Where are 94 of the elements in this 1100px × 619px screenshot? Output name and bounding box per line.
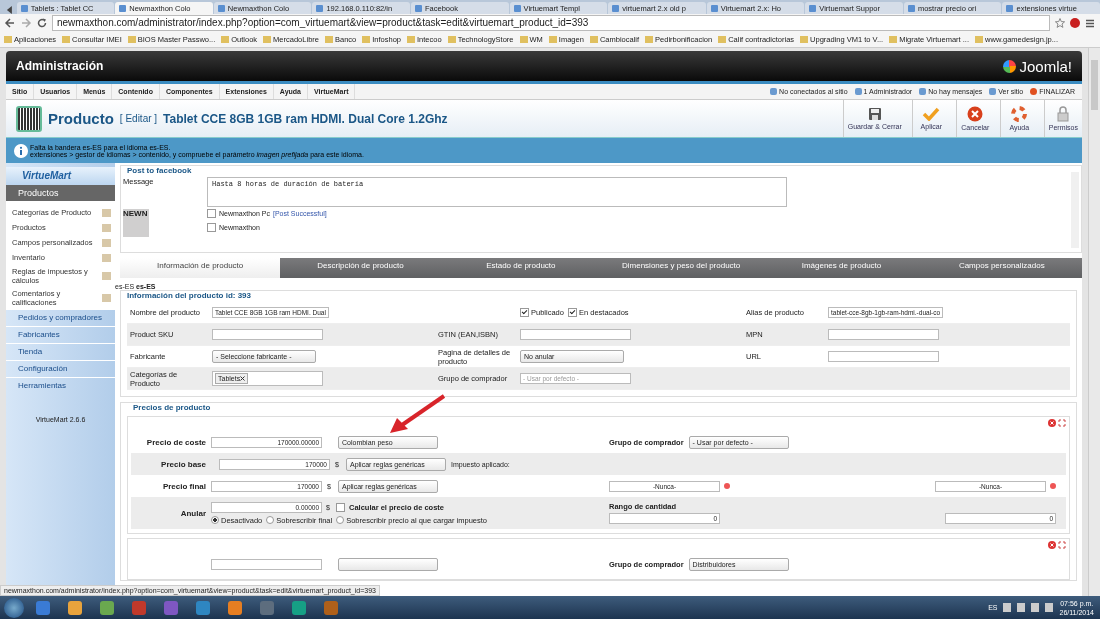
bookmark-icon (447, 36, 456, 43)
favicon-icon (907, 4, 915, 12)
remove-tag-icon[interactable] (240, 376, 246, 381)
clear-icon[interactable] (724, 483, 730, 489)
favicon-icon (316, 4, 324, 12)
checkmark-icon (922, 107, 941, 121)
expand-icon[interactable] (1058, 541, 1066, 549)
favicon-icon (20, 4, 28, 12)
input-field[interactable] (828, 329, 939, 340)
tab[interactable]: Estado de producto (440, 258, 601, 278)
sidebar-section-header[interactable]: Productos (6, 185, 115, 201)
sidebar-item-icon (102, 294, 111, 302)
radio-button[interactable] (211, 516, 219, 524)
checkbox[interactable] (567, 308, 577, 317)
checkbox[interactable] (207, 209, 216, 218)
start-button[interactable] (4, 597, 24, 618)
star-icon[interactable] (1054, 18, 1066, 28)
favicon-icon (612, 4, 620, 12)
info-icon (14, 143, 28, 158)
bookmark-icon (4, 36, 12, 43)
product-title: Tablet CCE 8GB 1GB ram HDMI. Dual Core 1.2Ghz (163, 111, 448, 126)
section-legend: Precios de producto (127, 403, 1070, 412)
virtuemart-logo: VirtueMart (6, 167, 115, 185)
input-field[interactable] (520, 329, 631, 340)
bookmark-icon (407, 36, 416, 43)
status-icon (1030, 88, 1038, 95)
reload-icon[interactable] (36, 18, 48, 28)
back-icon[interactable] (4, 18, 16, 28)
bookmark-icon (889, 36, 898, 43)
dropdown[interactable] (338, 557, 438, 571)
status-icon (919, 88, 927, 95)
radio-button[interactable] (336, 516, 345, 524)
bookmark-icon (127, 36, 136, 43)
close-icon (967, 106, 984, 122)
lifebuoy-icon (1011, 106, 1028, 122)
tab[interactable]: Información de producto (120, 258, 281, 278)
bookmark-icon (263, 36, 272, 43)
checkbox[interactable] (207, 223, 216, 232)
bookmark-icon (519, 36, 528, 43)
status-icon (989, 88, 997, 95)
field-label: Precio de coste (145, 437, 206, 447)
section-legend: Información del producto id: 393 (121, 291, 1076, 300)
address-field[interactable]: newmaxthon.com/administrator/index.php?option=com_virtuemart&view=product&task=edit&virtuemart_product_id=393 (52, 15, 1050, 31)
menu-icon[interactable] (1084, 18, 1096, 28)
remove-icon[interactable] (1048, 419, 1056, 427)
admin-title: Administración (16, 59, 104, 73)
lock-icon (1057, 106, 1070, 122)
section-legend: Post to facebook (121, 166, 1065, 175)
bookmark-icon (221, 36, 230, 43)
field-label: Precio base (160, 459, 206, 469)
joomla-logo[interactable]: Joomla! (1003, 57, 1072, 75)
bookmark-icon (645, 36, 654, 43)
status-icon (854, 88, 862, 95)
radio-button[interactable] (266, 516, 275, 524)
page-thumbnail: NEWN (123, 209, 149, 237)
bookmark-icon (975, 36, 984, 43)
input-field[interactable] (212, 329, 323, 340)
favicon-icon (513, 4, 521, 12)
bookmark-icon (800, 36, 809, 43)
remove-icon[interactable] (1048, 541, 1056, 549)
input-field[interactable] (211, 558, 322, 570)
extension-icon[interactable] (1070, 18, 1080, 28)
arrow-annotation (388, 393, 448, 435)
tray-icons[interactable] (1003, 603, 1054, 612)
tab[interactable]: Campos personalizados (921, 258, 1082, 278)
favicon-icon (1006, 4, 1014, 12)
favicon-icon (809, 4, 817, 12)
bookmark-icon (324, 36, 333, 43)
bookmark-icon (589, 36, 598, 43)
tab[interactable]: Imágenes de producto (761, 258, 922, 278)
edit-label: [ Editar ] (119, 113, 158, 124)
tab[interactable]: Dimensiones y peso del producto (601, 258, 762, 278)
barcode-box-icon (16, 105, 42, 132)
favicon-icon (710, 4, 718, 12)
checkbox[interactable] (520, 308, 529, 317)
page-title: Producto (48, 110, 114, 127)
status-icon (770, 88, 778, 95)
favicon-icon (415, 4, 422, 12)
input-field[interactable] (828, 351, 939, 362)
forward-icon[interactable] (20, 18, 32, 28)
expand-icon[interactable] (1058, 419, 1066, 427)
bookmark-icon (62, 36, 71, 43)
sidebar-item-icon (102, 272, 111, 280)
favicon-icon (119, 4, 127, 12)
tab[interactable]: Descripción de producto (280, 258, 441, 278)
favicon-icon (217, 4, 225, 12)
bookmark-icon (548, 36, 557, 43)
checkbox[interactable] (336, 502, 345, 512)
clear-icon[interactable] (1050, 483, 1056, 489)
bookmark-icon (362, 36, 371, 43)
bookmark-icon (718, 36, 727, 43)
field-label: Anular (179, 508, 206, 518)
page-scrollbar[interactable] (1088, 48, 1100, 596)
field-label: Precio final (161, 481, 206, 491)
